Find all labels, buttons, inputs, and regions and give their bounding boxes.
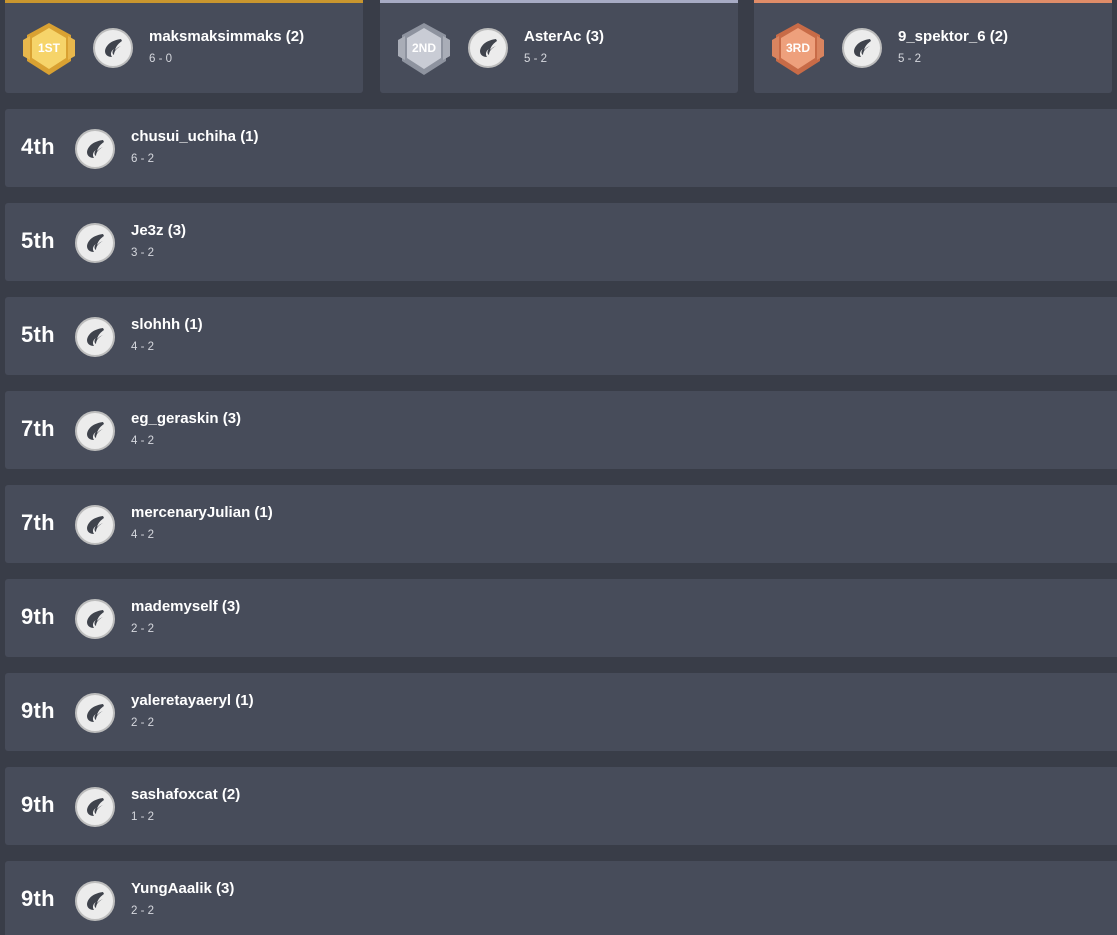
player-name[interactable]: mercenaryJulian (1): [131, 504, 273, 521]
avatar[interactable]: [75, 881, 115, 921]
wing-logo-icon: [87, 140, 104, 158]
rank-label: 4th: [21, 134, 55, 159]
avatar[interactable]: [75, 411, 115, 451]
rank-label: 9th: [21, 886, 55, 911]
wing-logo-icon: [105, 39, 122, 57]
gold-medal-icon: 1ST: [20, 20, 78, 78]
standings-row[interactable]: 9th mademyself (3) 2 - 2: [5, 579, 1117, 657]
podium-card-first[interactable]: 1ST maksmaksimmaks (2) 6 - 0: [5, 0, 363, 93]
player-name[interactable]: eg_geraskin (3): [131, 410, 241, 427]
rank-label: 7th: [21, 416, 55, 441]
avatar[interactable]: [75, 223, 115, 263]
player-record: 2 - 2: [131, 623, 155, 635]
wing-logo-icon: [87, 798, 104, 816]
avatar[interactable]: [75, 505, 115, 545]
player-record: 5 - 2: [524, 53, 548, 65]
player-name[interactable]: mademyself (3): [131, 598, 240, 615]
avatar[interactable]: [75, 317, 115, 357]
medal-label: 1ST: [38, 41, 61, 55]
standings-row[interactable]: 9th YungAaalik (3) 2 - 2: [5, 861, 1117, 935]
player-record: 4 - 2: [131, 341, 155, 353]
podium-card-third[interactable]: 3RD 9_spektor_6 (2) 5 - 2: [754, 0, 1112, 93]
podium-accent-bar: [380, 0, 738, 3]
rank-label: 9th: [21, 792, 55, 817]
player-name[interactable]: sashafoxcat (2): [131, 786, 240, 803]
player-record: 3 - 2: [131, 247, 155, 259]
podium-accent-bar: [754, 0, 1112, 3]
standings-row[interactable]: 4th chusui_uchiha (1) 6 - 2: [5, 109, 1117, 187]
rank-label: 5th: [21, 228, 55, 253]
avatar[interactable]: [75, 129, 115, 169]
podium-accent-bar: [5, 0, 363, 3]
player-name[interactable]: 9_spektor_6 (2): [898, 28, 1008, 45]
wing-logo-icon: [87, 610, 104, 628]
player-record: 4 - 2: [131, 529, 155, 541]
rank-label: 7th: [21, 510, 55, 535]
wing-logo-icon: [87, 892, 104, 910]
player-record: 2 - 2: [131, 905, 155, 917]
wing-logo-icon: [87, 704, 104, 722]
wing-logo-icon: [480, 39, 497, 57]
standings-row[interactable]: 7th mercenaryJulian (1) 4 - 2: [5, 485, 1117, 563]
player-name[interactable]: Je3z (3): [131, 222, 186, 239]
rank-label: 9th: [21, 698, 55, 723]
avatar[interactable]: [75, 693, 115, 733]
silver-medal-icon: 2ND: [395, 20, 453, 78]
player-record: 4 - 2: [131, 435, 155, 447]
player-name[interactable]: AsterAc (3): [524, 28, 604, 45]
standings-row[interactable]: 5th Je3z (3) 3 - 2: [5, 203, 1117, 281]
avatar[interactable]: [842, 28, 882, 68]
wing-logo-icon: [87, 422, 104, 440]
player-name[interactable]: YungAaalik (3): [131, 880, 234, 897]
standings-row[interactable]: 5th slohhh (1) 4 - 2: [5, 297, 1117, 375]
wing-logo-icon: [87, 234, 104, 252]
player-name[interactable]: slohhh (1): [131, 316, 203, 333]
avatar[interactable]: [468, 28, 508, 68]
player-record: 6 - 0: [149, 53, 173, 65]
avatar[interactable]: [93, 28, 133, 68]
bronze-medal-icon: 3RD: [769, 20, 827, 78]
rank-label: 5th: [21, 322, 55, 347]
player-record: 6 - 2: [131, 153, 155, 165]
standings-row[interactable]: 9th sashafoxcat (2) 1 - 2: [5, 767, 1117, 845]
standings-row[interactable]: 7th eg_geraskin (3) 4 - 2: [5, 391, 1117, 469]
player-record: 1 - 2: [131, 811, 155, 823]
player-name[interactable]: chusui_uchiha (1): [131, 128, 259, 145]
avatar[interactable]: [75, 787, 115, 827]
player-record: 2 - 2: [131, 717, 155, 729]
wing-logo-icon: [87, 516, 104, 534]
wing-logo-icon: [854, 39, 871, 57]
player-name[interactable]: maksmaksimmaks (2): [149, 28, 304, 45]
player-name[interactable]: yaleretayaeryl (1): [131, 692, 254, 709]
player-record: 5 - 2: [898, 53, 922, 65]
podium-card-second[interactable]: 2ND AsterAc (3) 5 - 2: [380, 0, 738, 93]
avatar[interactable]: [75, 599, 115, 639]
rank-label: 9th: [21, 604, 55, 629]
medal-label: 3RD: [786, 41, 810, 55]
wing-logo-icon: [87, 328, 104, 346]
standings-row[interactable]: 9th yaleretayaeryl (1) 2 - 2: [5, 673, 1117, 751]
medal-label: 2ND: [412, 41, 436, 55]
